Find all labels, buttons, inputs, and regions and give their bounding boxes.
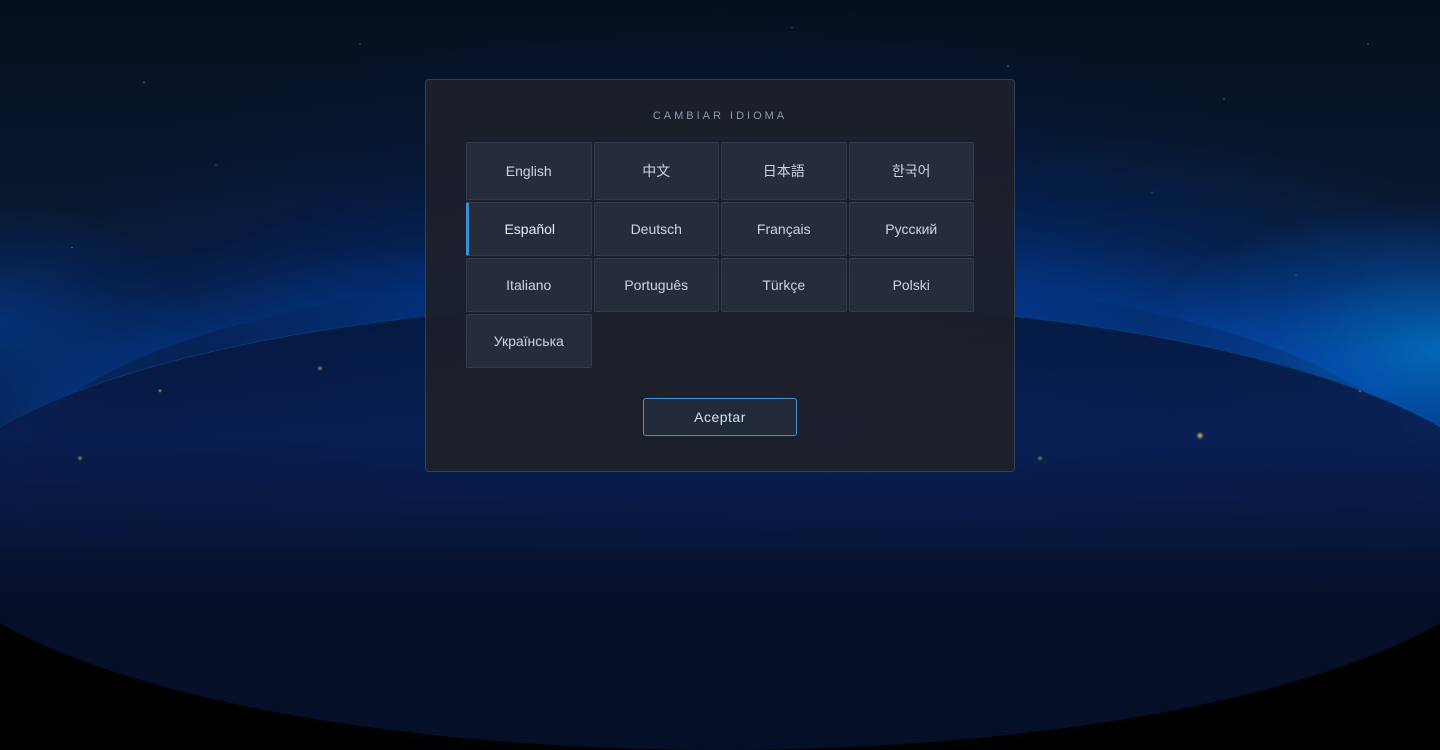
lang-btn-russian[interactable]: Русский	[849, 202, 975, 256]
lang-btn-italian[interactable]: Italiano	[466, 258, 592, 312]
lang-btn-turkish[interactable]: Türkçe	[721, 258, 847, 312]
lang-btn-polish[interactable]: Polski	[849, 258, 975, 312]
lang-btn-chinese[interactable]: 中文	[594, 142, 720, 200]
lang-btn-spanish[interactable]: Español	[466, 202, 592, 256]
modal-title: CAMBIAR IDIOMA	[653, 110, 787, 122]
language-grid: English 中文 日本語 한국어 Español Deutsch Franç…	[466, 142, 974, 368]
lang-btn-german[interactable]: Deutsch	[594, 202, 720, 256]
lang-btn-portuguese[interactable]: Português	[594, 258, 720, 312]
modal-overlay: CAMBIAR IDIOMA English 中文 日本語 한국어 Españo…	[0, 0, 1440, 550]
lang-btn-english[interactable]: English	[466, 142, 592, 200]
lang-btn-korean[interactable]: 한국어	[849, 142, 975, 200]
lang-btn-french[interactable]: Français	[721, 202, 847, 256]
lang-btn-japanese[interactable]: 日本語	[721, 142, 847, 200]
lang-btn-ukrainian[interactable]: Українська	[466, 314, 592, 368]
language-modal: CAMBIAR IDIOMA English 中文 日本語 한국어 Españo…	[425, 79, 1015, 472]
accept-button[interactable]: Aceptar	[643, 398, 797, 436]
